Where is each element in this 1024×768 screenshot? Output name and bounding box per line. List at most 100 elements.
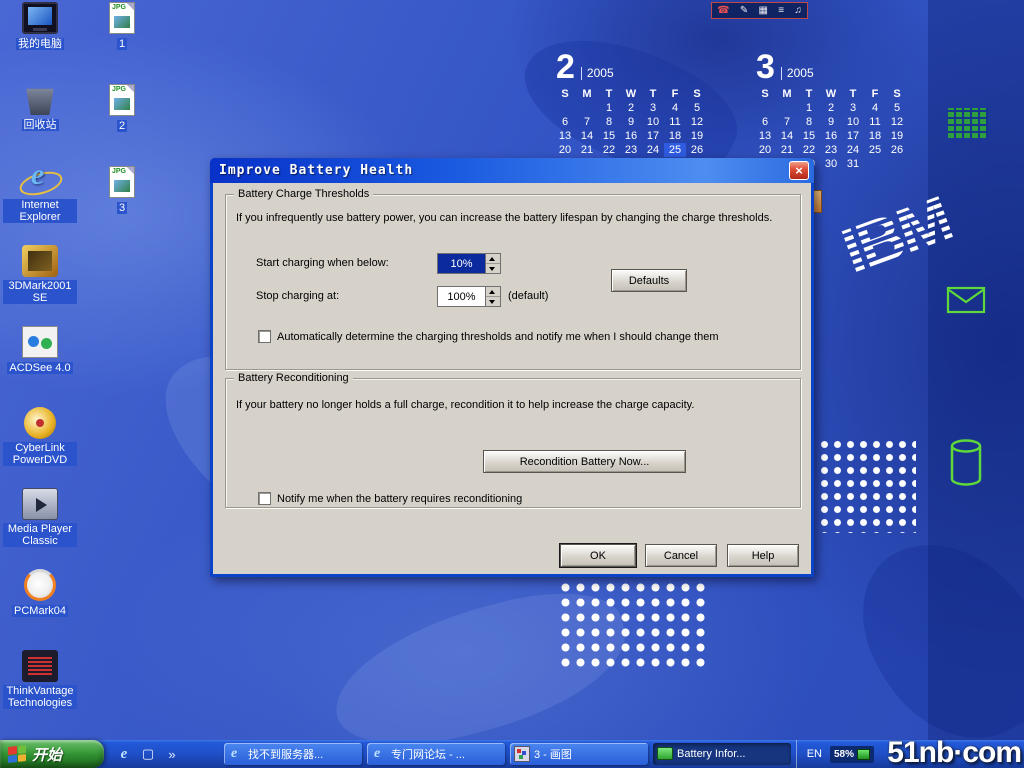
battery-reconditioning-group: Battery Reconditioning If your battery n…	[225, 378, 801, 508]
start-button[interactable]: 开始	[0, 740, 104, 768]
jpg-file-icon	[109, 2, 135, 34]
pen-icon[interactable]: ✎	[740, 6, 748, 16]
notify-recondition-checkbox[interactable]	[258, 492, 271, 505]
calendar-march: 32005SMTWTFS1234567891011121314151617181…	[754, 52, 908, 171]
calendar-date: 13	[754, 129, 776, 143]
start-threshold-value[interactable]: 10%	[438, 254, 485, 273]
launcher-toolbar[interactable]: ☎ ✎ ▦ ≡ ♫	[711, 2, 808, 19]
calendar-day-header: S	[886, 87, 908, 101]
calendar-date: 3	[842, 101, 864, 115]
desktop-icon-recycle-bin[interactable]: 回收站	[2, 83, 78, 164]
spin-up-icon[interactable]	[486, 287, 500, 297]
calendar-date: 11	[864, 115, 886, 129]
calendar-date: 15	[598, 129, 620, 143]
help-button[interactable]: Help	[727, 544, 799, 567]
calendar-day-header: F	[864, 87, 886, 101]
spin-down-icon[interactable]	[486, 297, 500, 306]
desktop-icon-label: ThinkVantage Technologies	[3, 685, 77, 709]
calendar-day-header: T	[842, 87, 864, 101]
cancel-button[interactable]: Cancel	[645, 544, 717, 567]
notify-recondition-label: Notify me when the battery requires reco…	[277, 493, 522, 505]
calendar-date: 20	[554, 143, 576, 157]
calendar-day-header: M	[576, 87, 598, 101]
start-threshold-spinner[interactable]: 10%	[437, 253, 501, 274]
desktop-icon-column: 我的电脑回收站Internet Explorer3DMark2001 SE ACD…	[2, 2, 78, 731]
calendar-empty-cell	[886, 157, 908, 171]
calendar-day-header: W	[620, 87, 642, 101]
desktop-icon-jpg-2[interactable]: 2	[84, 84, 160, 166]
calendar-date: 23	[620, 143, 642, 157]
taskbar: 开始 找不到服务器...专门网论坛 - ...3 - 画图 Battery Inf…	[0, 740, 1024, 768]
calendar-date: 9	[820, 115, 842, 129]
calendar-date: 8	[598, 115, 620, 129]
desktop-icon-label: ACDSee 4.0	[7, 362, 72, 374]
taskbar-task-4[interactable]: Battery Infor...	[653, 743, 791, 765]
auto-determine-checkbox[interactable]	[258, 330, 271, 343]
calendar-date: 10	[642, 115, 664, 129]
desktop-icon-3dmark2001[interactable]: 3DMark2001 SE	[2, 245, 78, 326]
desktop-icon-mpc[interactable]: Media Player Classic	[2, 488, 78, 569]
start-charging-label: Start charging when below:	[256, 257, 389, 269]
calendar-date: 5	[886, 101, 908, 115]
reconditioning-description: If your battery no longer holds a full c…	[236, 399, 694, 411]
desktop-icon-jpg-1[interactable]: 1	[84, 2, 160, 84]
desktop-icon-thinkvantage[interactable]: ThinkVantage Technologies	[2, 650, 78, 731]
menu-icon[interactable]: ≡	[778, 6, 784, 16]
calendar-date: 26	[886, 143, 908, 157]
spin-up-icon[interactable]	[486, 254, 500, 264]
default-note: (default)	[508, 290, 548, 302]
show-desktop-icon[interactable]	[140, 746, 156, 762]
ok-button[interactable]: OK	[560, 544, 636, 567]
desktop-icon-acdsee[interactable]: ACDSee 4.0	[2, 326, 78, 407]
taskbar-task-3[interactable]: 3 - 画图	[510, 743, 648, 765]
desktop-icon-jpg-3[interactable]: 3	[84, 166, 160, 248]
stop-charging-label: Stop charging at:	[256, 290, 339, 302]
ie-icon	[228, 746, 244, 762]
stop-threshold-spinner[interactable]: 100%	[437, 286, 501, 307]
auto-determine-label: Automatically determine the charging thr…	[277, 331, 718, 343]
desktop-icon-my-computer[interactable]: 我的电脑	[2, 2, 78, 83]
close-icon[interactable]	[789, 161, 809, 180]
battery-tray-indicator[interactable]: 58%	[830, 746, 874, 763]
recondition-battery-button[interactable]: Recondition Battery Now...	[483, 450, 686, 473]
desktop-icon-powerdvd[interactable]: CyberLink PowerDVD	[2, 407, 78, 488]
calendar-day-header: S	[686, 87, 708, 101]
phone-icon[interactable]: ☎	[717, 6, 729, 16]
spinner-buttons	[485, 254, 500, 273]
media-icon[interactable]: ♫	[794, 6, 802, 16]
calendar-date: 21	[776, 143, 798, 157]
spin-down-icon[interactable]	[486, 264, 500, 273]
desktop-icon-pcmark04[interactable]: PCMark04	[2, 569, 78, 650]
calendar-february: 22005SMTWTFS1234567891011121314151617181…	[554, 52, 708, 171]
stop-threshold-value[interactable]: 100%	[438, 287, 485, 306]
desktop-icon-internet-explorer[interactable]: Internet Explorer	[2, 164, 78, 245]
calendar-year: 2005	[781, 67, 814, 80]
calendar-day-header: W	[820, 87, 842, 101]
calendar-date: 24	[842, 143, 864, 157]
calendar-date: 4	[664, 101, 686, 115]
taskbar-task-2[interactable]: 专门网论坛 - ...	[367, 743, 505, 765]
calendar-day-header: S	[554, 87, 576, 101]
more-icon[interactable]	[164, 746, 180, 762]
taskbar-task-1[interactable]: 找不到服务器...	[224, 743, 362, 765]
task-label: Battery Infor...	[677, 748, 745, 760]
calendar-date: 4	[864, 101, 886, 115]
grid-icon[interactable]: ▦	[759, 6, 768, 16]
battery-percent: 58%	[834, 749, 854, 760]
start-label: 开始	[32, 744, 62, 765]
calendar-date: 16	[820, 129, 842, 143]
language-indicator[interactable]: EN	[807, 748, 822, 760]
auto-determine-checkbox-row: Automatically determine the charging thr…	[258, 330, 718, 343]
jpg-file-icon	[109, 84, 135, 116]
ie-icon	[371, 746, 387, 762]
dots-pattern-right	[818, 438, 916, 533]
ie-icon[interactable]	[116, 746, 132, 762]
calendar-date: 13	[554, 129, 576, 143]
3dmark2001-icon	[22, 245, 58, 277]
envelope-icon	[946, 286, 986, 314]
dialog-titlebar[interactable]: Improve Battery Health	[210, 158, 814, 183]
calendar-day-header: M	[776, 87, 798, 101]
calendar-date: 7	[576, 115, 598, 129]
defaults-button[interactable]: Defaults	[611, 269, 687, 292]
windows-flag-icon	[8, 745, 26, 763]
